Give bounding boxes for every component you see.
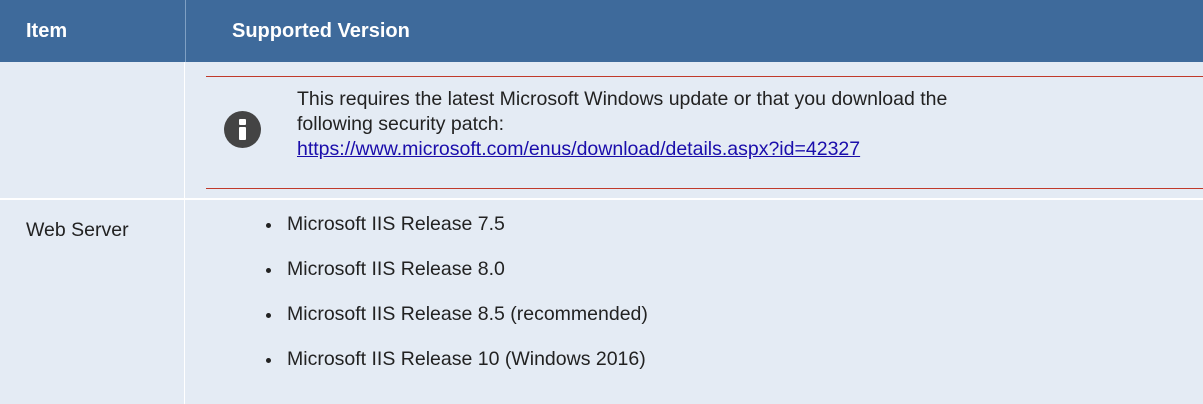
- header-item: Item: [26, 20, 68, 42]
- list-item: Microsoft IIS Release 8.5 (recommended): [262, 303, 648, 326]
- header-supported-version: Supported Version: [185, 0, 1203, 62]
- bullet-icon: [266, 358, 271, 363]
- note-line-1: This requires the latest Microsoft Windo…: [297, 88, 948, 110]
- version-label: Microsoft IIS Release 10 (Windows 2016): [287, 348, 646, 370]
- info-note: This requires the latest Microsoft Windo…: [206, 76, 1203, 189]
- security-patch-link[interactable]: https://www.microsoft.com/enus/download/…: [297, 138, 860, 160]
- list-item: Microsoft IIS Release 8.0: [262, 258, 648, 281]
- note-text: This requires the latest Microsoft Windo…: [297, 87, 1177, 162]
- item-web-server: Web Server: [26, 219, 129, 241]
- version-label: Microsoft IIS Release 8.0: [287, 258, 505, 280]
- version-label: Microsoft IIS Release 7.5: [287, 213, 505, 235]
- supported-versions-table: Item Supported Version This requires the…: [0, 0, 1203, 404]
- column-divider: [184, 62, 185, 404]
- table-header-row: Item Supported Version: [0, 0, 1203, 62]
- bullet-icon: [266, 313, 271, 318]
- list-item: Microsoft IIS Release 10 (Windows 2016): [262, 348, 648, 371]
- bullet-icon: [266, 268, 271, 273]
- bullet-icon: [266, 223, 271, 228]
- info-icon: [224, 111, 261, 148]
- version-label: Microsoft IIS Release 8.5 (recommended): [287, 303, 648, 325]
- version-list: Microsoft IIS Release 7.5 Microsoft IIS …: [262, 213, 648, 393]
- list-item: Microsoft IIS Release 7.5: [262, 213, 648, 236]
- note-line-2: following security patch:: [297, 113, 505, 135]
